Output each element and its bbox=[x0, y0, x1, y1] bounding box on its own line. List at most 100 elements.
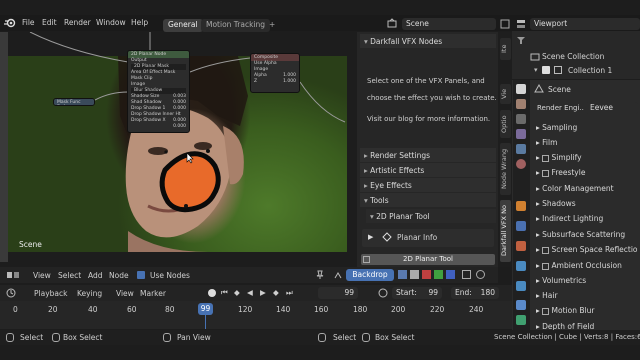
constraints-tab-icon[interactable] bbox=[516, 281, 526, 291]
mask-deform-node[interactable]: Mask Func Deform bbox=[53, 98, 95, 106]
tab-options[interactable]: Optio bbox=[500, 110, 511, 138]
tab-view[interactable]: Vie bbox=[500, 84, 511, 104]
object-tab-icon[interactable] bbox=[516, 201, 526, 211]
next-key-icon[interactable]: ◆ bbox=[273, 288, 279, 297]
section-tools[interactable]: ▾ Tools bbox=[360, 193, 496, 207]
panel-shadows[interactable]: ▸ Shadows bbox=[536, 199, 576, 208]
planar-tool-button[interactable]: 2D Planar Tool bbox=[361, 254, 495, 265]
play-icon[interactable]: ▶ bbox=[260, 288, 266, 297]
current-frame-field[interactable]: 99 bbox=[318, 287, 358, 299]
panel-freestyle[interactable]: ▸ Freestyle bbox=[536, 168, 585, 177]
panel-sampling[interactable]: ▸ Sampling bbox=[536, 123, 577, 132]
play-reverse-icon[interactable]: ◀ bbox=[247, 288, 253, 297]
channel-rgba-icon[interactable] bbox=[410, 270, 419, 279]
view-layer-selector[interactable]: Viewport bbox=[530, 18, 640, 30]
keying-menu[interactable]: Keying bbox=[77, 289, 102, 298]
section-eye-effects[interactable]: ▸ Eye Effects bbox=[360, 178, 496, 192]
editor-type-icon[interactable] bbox=[6, 270, 20, 280]
composite-node-header[interactable]: Composite bbox=[251, 54, 299, 61]
view-layer-icon[interactable] bbox=[515, 18, 527, 30]
checkbox-icon[interactable] bbox=[363, 256, 370, 263]
channel-r-icon[interactable] bbox=[422, 270, 431, 279]
panel-subsurface[interactable]: ▸ Subsurface Scattering bbox=[536, 230, 625, 239]
playhead[interactable]: 99 bbox=[198, 303, 213, 315]
playback-menu[interactable]: Playback bbox=[34, 289, 67, 298]
modifier-tab-icon[interactable] bbox=[516, 221, 526, 231]
marker-menu[interactable]: Marker bbox=[140, 289, 166, 298]
node-menu-add[interactable]: Add bbox=[88, 271, 103, 280]
data-tab-icon[interactable] bbox=[516, 300, 526, 310]
checkbox-icon[interactable] bbox=[542, 307, 550, 315]
scene-icon[interactable] bbox=[386, 18, 398, 30]
checkbox-icon[interactable] bbox=[137, 271, 145, 279]
channel-g-icon[interactable] bbox=[434, 270, 443, 279]
blender-logo-icon[interactable] bbox=[4, 18, 16, 28]
parent-tree-icon[interactable] bbox=[333, 270, 343, 280]
snap-icon[interactable] bbox=[462, 270, 471, 279]
end-frame-field[interactable]: End: 180 bbox=[451, 287, 499, 299]
checkbox-icon[interactable] bbox=[542, 246, 550, 254]
collection-label[interactable]: Collection 1 bbox=[568, 66, 612, 75]
panel-volumetrics[interactable]: ▸ Volumetrics bbox=[536, 276, 586, 285]
timeline-view-menu[interactable]: View bbox=[116, 289, 134, 298]
use-nodes-label[interactable]: Use Nodes bbox=[150, 271, 190, 280]
panel-motion-blur[interactable]: ▸ Motion Blur bbox=[536, 306, 594, 315]
menu-file[interactable]: File bbox=[22, 18, 35, 27]
planar-node-header[interactable]: 2D Planar Node bbox=[128, 51, 189, 58]
new-scene-icon[interactable] bbox=[500, 19, 510, 29]
scene-selector[interactable]: Scene bbox=[402, 18, 496, 30]
checkbox-icon[interactable] bbox=[542, 169, 550, 177]
world-tab-icon[interactable] bbox=[516, 159, 526, 169]
material-tab-icon[interactable] bbox=[516, 315, 526, 325]
section-artistic-effects[interactable]: ▸ Artistic Effects bbox=[360, 163, 496, 177]
panel-color-management[interactable]: ▸ Color Management bbox=[536, 184, 614, 193]
tab-motion-tracking[interactable]: Motion Tracking bbox=[201, 19, 271, 32]
particles-tab-icon[interactable] bbox=[516, 241, 526, 251]
panel-film[interactable]: ▸ Film bbox=[536, 138, 557, 147]
mask-deform-node-header[interactable]: Mask Func Deform bbox=[54, 99, 94, 105]
tab-item[interactable]: Ite bbox=[500, 38, 511, 60]
render-tab-icon[interactable] bbox=[516, 99, 526, 109]
jump-end-icon[interactable]: ⏭ bbox=[286, 288, 293, 298]
node-menu-node[interactable]: Node bbox=[109, 271, 129, 280]
composite-node[interactable]: Composite Use Alpha Image Alpha 1.000 Z 1.… bbox=[250, 53, 300, 93]
start-frame-field[interactable]: Start: 99 bbox=[392, 287, 442, 299]
node-row[interactable]: Z 1.000 bbox=[251, 79, 299, 85]
prev-key-icon[interactable]: ◆ bbox=[234, 288, 240, 297]
subsection-planar-tool[interactable]: ▾ 2D Planar Tool bbox=[366, 209, 496, 223]
menu-edit[interactable]: Edit bbox=[42, 18, 57, 27]
checkbox-icon[interactable] bbox=[542, 262, 550, 270]
tab-general[interactable]: General bbox=[163, 19, 203, 32]
overlay-icon[interactable] bbox=[476, 270, 485, 279]
panel-ssr[interactable]: ▸ Screen Space Reflectio bbox=[536, 245, 638, 254]
view-layer-tab-icon[interactable] bbox=[516, 129, 526, 139]
pin-icon[interactable] bbox=[315, 270, 325, 280]
preview-range-icon[interactable] bbox=[378, 288, 388, 298]
node-row-value[interactable]: 0.000 bbox=[173, 124, 186, 130]
record-icon[interactable] bbox=[208, 289, 216, 297]
tool-tab-icon[interactable] bbox=[516, 84, 526, 94]
channel-rgb-icon[interactable] bbox=[398, 270, 407, 279]
planar-node[interactable]: 2D Planar Node Output 2D Planar Mask Are… bbox=[127, 50, 190, 133]
expand-icon[interactable]: ▾ bbox=[534, 66, 538, 74]
tab-node-wrangler[interactable]: Node Wrang bbox=[500, 143, 511, 195]
node-menu-select[interactable]: Select bbox=[58, 271, 81, 280]
panel-simplify[interactable]: ▸ Simplify bbox=[536, 153, 582, 162]
panel-hair[interactable]: ▸ Hair bbox=[536, 291, 558, 300]
checkbox-icon[interactable] bbox=[542, 154, 550, 162]
darkfall-panel-header[interactable]: ▾ Darkfall VFX Nodes bbox=[360, 34, 496, 48]
checkbox-icon[interactable] bbox=[542, 66, 550, 74]
section-render-settings[interactable]: ▸ Render Settings bbox=[360, 148, 496, 162]
node-menu-view[interactable]: View bbox=[33, 271, 51, 280]
clock-icon[interactable] bbox=[6, 288, 18, 298]
panel-ao[interactable]: ▸ Ambient Occlusion bbox=[536, 261, 622, 270]
scene-tab-icon[interactable] bbox=[516, 144, 526, 154]
filter-icon[interactable] bbox=[516, 35, 526, 45]
add-workspace-button[interactable]: + bbox=[264, 19, 280, 32]
tab-darkfall-vfx[interactable]: Darkfall VFX No bbox=[500, 200, 511, 262]
channel-b-icon[interactable] bbox=[446, 270, 455, 279]
menu-render[interactable]: Render bbox=[64, 18, 91, 27]
timeline-ruler[interactable]: 0 20 40 60 80 99 120 140 160 180 200 220… bbox=[0, 301, 512, 329]
scene-collection-label[interactable]: Scene Collection bbox=[542, 52, 604, 61]
render-engine-select[interactable]: Eevee bbox=[586, 102, 638, 114]
